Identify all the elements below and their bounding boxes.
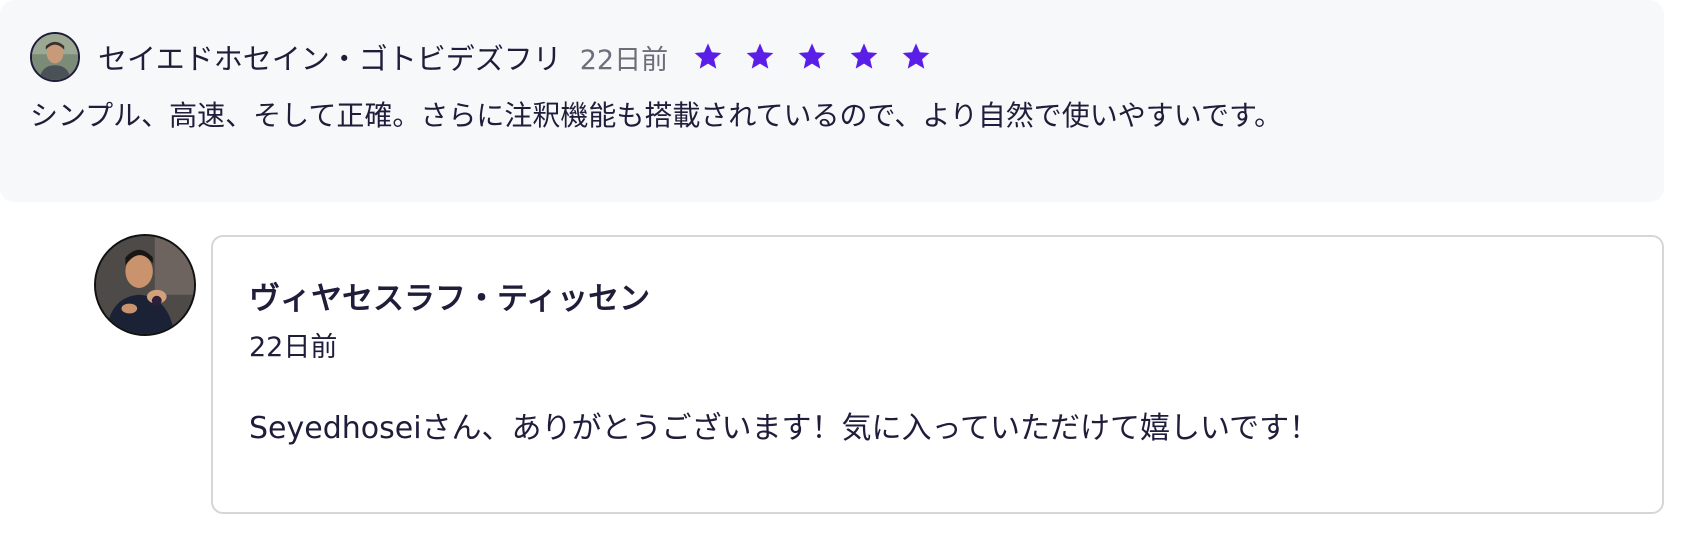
replier-avatar[interactable] <box>94 234 196 336</box>
review-header: セイエドホセイン・ゴトビデズフリ 22日前 <box>30 31 932 83</box>
reply-card: ヴィヤセスラフ・ティッセン 22日前 Seyedhoseiさん、ありがとうござい… <box>211 235 1664 514</box>
star-rating <box>692 41 932 73</box>
reviewer-name[interactable]: セイエドホセイン・ゴトビデズフリ <box>98 36 562 78</box>
reply-text: Seyedhoseiさん、ありがとうございます！気に入っていただけて嬉しいです！ <box>249 411 1320 446</box>
star-icon <box>796 41 828 73</box>
replier-name[interactable]: ヴィヤセスラフ・ティッセン <box>249 273 650 318</box>
review-time: 22日前 <box>579 44 669 76</box>
star-icon <box>848 41 880 73</box>
reply-time: 22日前 <box>249 332 338 363</box>
replier-avatar-image <box>96 236 194 334</box>
reviewer-avatar-image <box>32 34 78 80</box>
star-icon <box>692 41 724 73</box>
review-text: シンプル、高速、そして正確。さらに注釈機能も搭載されているので、より自然で使いや… <box>30 99 1283 132</box>
star-icon <box>744 41 776 73</box>
review-card: セイエドホセイン・ゴトビデズフリ 22日前 シンプル、高速、そして正確。さらに注… <box>0 0 1664 202</box>
reply-avatar-wrapper <box>94 234 196 336</box>
star-icon <box>900 41 932 73</box>
reviewer-avatar[interactable] <box>30 32 80 82</box>
